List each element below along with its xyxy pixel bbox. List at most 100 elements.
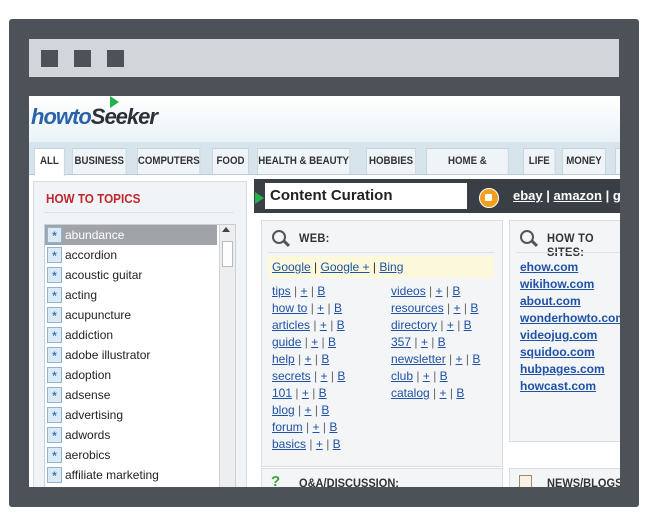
plus-link[interactable]: + (311, 335, 318, 349)
plus-link[interactable]: + (302, 386, 309, 400)
b-link[interactable]: B (464, 318, 472, 332)
b-link[interactable]: B (319, 386, 327, 400)
site-link[interactable]: wikihow.com (520, 276, 594, 293)
plus-link[interactable]: + (454, 301, 461, 315)
plus-link[interactable]: + (423, 369, 430, 383)
search-input[interactable]: Content Curation (265, 183, 467, 209)
amazon-link[interactable]: amazon (554, 188, 602, 203)
list-item[interactable]: * acupuncture (45, 305, 217, 325)
web-link[interactable]: club (391, 369, 413, 383)
web-link[interactable]: 357 (391, 335, 411, 349)
plus-link[interactable]: + (321, 369, 328, 383)
topics-scrollbar[interactable] (219, 225, 235, 487)
plus-link[interactable]: + (421, 335, 428, 349)
web-link[interactable]: tips (272, 284, 291, 298)
site-link[interactable]: about.com (520, 293, 581, 310)
scroll-thumb[interactable] (222, 241, 233, 267)
site-link[interactable]: wonderhowto.com (520, 310, 620, 327)
tab-home-garden[interactable]: HOME & GARDEN (426, 148, 509, 192)
tab-food[interactable]: FOOD (212, 148, 249, 174)
list-item[interactable]: * addiction (45, 325, 217, 345)
plus-link[interactable]: + (320, 318, 327, 332)
web-link[interactable]: forum (272, 420, 303, 434)
list-item[interactable]: * aerobics (45, 445, 217, 465)
list-item[interactable]: * adwords (45, 425, 217, 445)
b-link[interactable]: B (456, 386, 464, 400)
list-item[interactable]: * acting (45, 285, 217, 305)
b-link[interactable]: B (329, 420, 337, 434)
b-link[interactable]: B (337, 318, 345, 332)
tab-business[interactable]: BUSINESS (72, 148, 127, 174)
b-link[interactable]: B (321, 403, 329, 417)
plus-link[interactable]: + (436, 284, 443, 298)
site-logo[interactable]: howtoSeeker (31, 104, 158, 130)
plus-link[interactable]: + (313, 420, 320, 434)
web-link[interactable]: 101 (272, 386, 292, 400)
site-link[interactable]: videojug.com (520, 327, 597, 344)
plus-link[interactable]: + (301, 284, 308, 298)
list-item[interactable]: * affiliate marketing (45, 465, 217, 485)
b-link[interactable]: B (438, 335, 446, 349)
google-plus-link[interactable]: Google + (321, 260, 370, 274)
site-link[interactable]: howcast.com (520, 378, 596, 395)
web-link-row: secrets | + | B (272, 369, 346, 383)
plus-link[interactable]: + (305, 403, 312, 417)
web-link[interactable]: videos (391, 284, 426, 298)
plus-link[interactable]: + (317, 301, 324, 315)
web-link[interactable]: articles (272, 318, 310, 332)
tab-music[interactable]: MU (615, 148, 620, 174)
topics-list[interactable]: * abundance * accordion * acoustic guitar *… (44, 224, 236, 487)
list-item[interactable]: * abundance (45, 225, 217, 245)
list-item[interactable]: * adsense (45, 385, 217, 405)
tab-money[interactable]: MONEY (562, 148, 606, 174)
b-link[interactable]: B (317, 284, 325, 298)
bing-link[interactable]: Bing (379, 260, 403, 274)
b-link[interactable]: B (334, 301, 342, 315)
site-link[interactable]: ehow.com (520, 259, 578, 276)
web-link[interactable]: basics (272, 437, 306, 451)
window-button-1[interactable] (41, 50, 58, 67)
tab-all[interactable]: ALL (34, 148, 65, 176)
list-item[interactable]: * adoption (45, 365, 217, 385)
tab-computers[interactable]: COMPUTERS (137, 148, 201, 174)
scroll-up-icon[interactable] (222, 227, 230, 232)
plus-link[interactable]: + (316, 437, 323, 451)
b-link[interactable]: B (452, 284, 460, 298)
b-link[interactable]: B (472, 352, 480, 366)
b-link[interactable]: B (328, 335, 336, 349)
site-link[interactable]: squidoo.com (520, 344, 595, 361)
list-item[interactable]: * adobe illustrator (45, 345, 217, 365)
site-link[interactable]: hubpages.com (520, 361, 605, 378)
search-icon (272, 230, 286, 244)
window-button-3[interactable] (107, 50, 124, 67)
web-link[interactable]: help (272, 352, 295, 366)
plus-link[interactable]: + (305, 352, 312, 366)
b-link[interactable]: B (333, 437, 341, 451)
tab-health-beauty[interactable]: HEALTH & BEAUTY (257, 148, 351, 174)
list-item[interactable]: * advertising (45, 405, 217, 425)
web-link[interactable]: catalog (391, 386, 430, 400)
b-link[interactable]: B (440, 369, 448, 383)
b-link[interactable]: B (321, 352, 329, 366)
plus-link[interactable]: + (456, 352, 463, 366)
b-link[interactable]: B (470, 301, 478, 315)
web-link[interactable]: secrets (272, 369, 311, 383)
list-item[interactable]: * accordion (45, 245, 217, 265)
web-link[interactable]: blog (272, 403, 295, 417)
more-link[interactable]: g (613, 188, 620, 203)
web-link[interactable]: resources (391, 301, 444, 315)
web-link[interactable]: guide (272, 335, 301, 349)
web-link[interactable]: how to (272, 301, 307, 315)
plus-link[interactable]: + (440, 386, 447, 400)
b-link[interactable]: B (337, 369, 345, 383)
tab-hobbies[interactable]: HOBBIES (366, 148, 417, 174)
ebay-link[interactable]: ebay (513, 188, 543, 203)
plus-link[interactable]: + (447, 318, 454, 332)
web-link[interactable]: directory (391, 318, 437, 332)
window-button-2[interactable] (74, 50, 91, 67)
web-link[interactable]: newsletter (391, 352, 446, 366)
list-item[interactable]: * acoustic guitar (45, 265, 217, 285)
go-button[interactable] (479, 188, 499, 208)
tab-life[interactable]: LIFE (523, 148, 556, 174)
google-link[interactable]: Google (272, 260, 311, 274)
